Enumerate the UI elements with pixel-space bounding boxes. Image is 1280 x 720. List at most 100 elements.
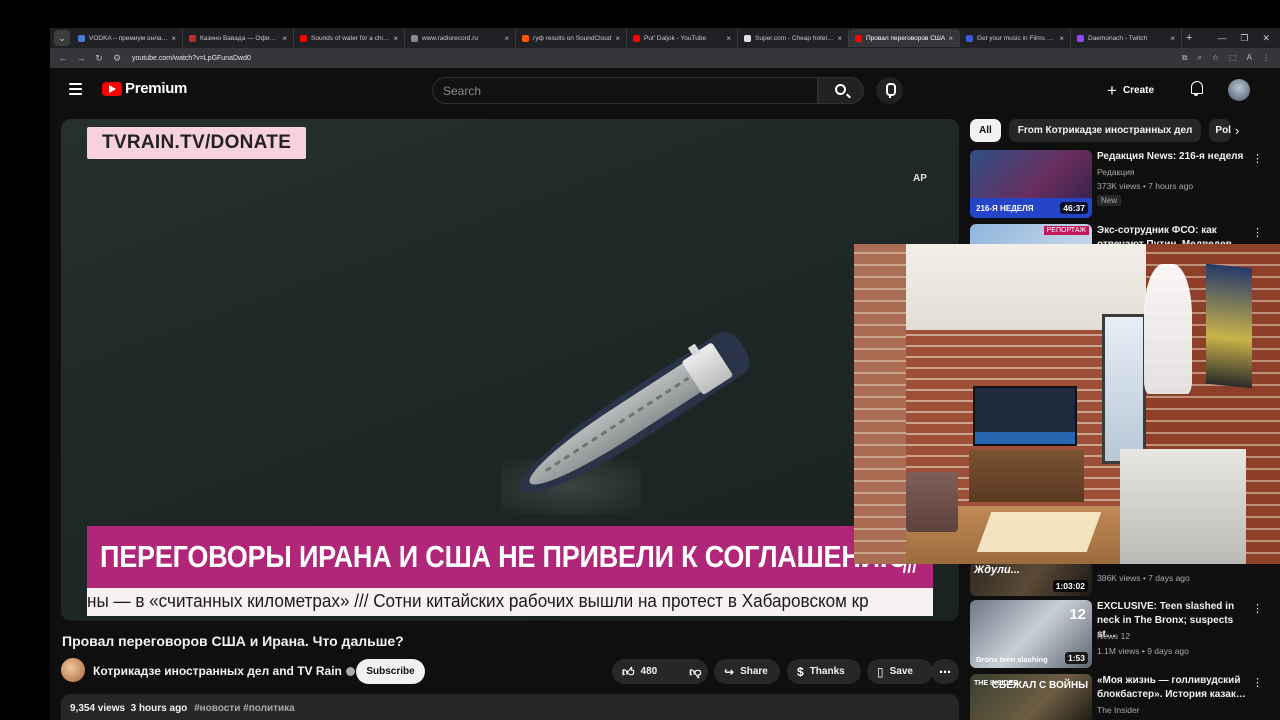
close-tab-icon[interactable]: × bbox=[615, 34, 620, 43]
chip-politics[interactable]: Pol bbox=[1209, 119, 1232, 142]
window-controls: — ❐ ✕ bbox=[1217, 33, 1280, 44]
browser-menu-icon[interactable]: ⋮ bbox=[1262, 53, 1270, 63]
browser-tab[interactable]: Sounds of water for a child to × bbox=[294, 29, 405, 47]
address-bar: ← → ↻ ⚙ youtube.com/watch?v=LpGFunaDwd0 … bbox=[50, 48, 1280, 68]
donate-banner: TVRAIN.TV/DONATE bbox=[87, 127, 307, 159]
description-box[interactable]: 9,354 views 3 hours ago #новости #полити… bbox=[61, 694, 959, 720]
tab-favicon-icon bbox=[411, 34, 418, 42]
video-thumbnail[interactable]: Ждули... 1:03:02 bbox=[970, 562, 1092, 596]
minimize-icon[interactable]: — bbox=[1217, 33, 1226, 44]
save-button[interactable]: ▯ Save bbox=[867, 659, 933, 684]
rec-menu-icon[interactable]: ⋮ bbox=[1252, 152, 1263, 165]
close-tab-icon[interactable]: × bbox=[282, 34, 287, 43]
browser-tab[interactable]: VODKA – премиум онлайн-к × bbox=[72, 29, 183, 47]
chip-from-channel[interactable]: From Котрикадзе иностранных дел bbox=[1008, 119, 1202, 142]
browser-tab[interactable]: Daemonach - Twitch × bbox=[1071, 29, 1182, 47]
url-field[interactable]: youtube.com/watch?v=LpGFunaDwd0 bbox=[132, 55, 251, 62]
notifications-bell-icon[interactable] bbox=[1189, 81, 1203, 96]
close-window-icon[interactable]: ✕ bbox=[1262, 33, 1270, 44]
close-tab-icon[interactable]: × bbox=[837, 34, 842, 43]
browser-tab[interactable]: Казино Вавада — Официаль × bbox=[183, 29, 294, 47]
extensions-icon[interactable]: ⬚ bbox=[1229, 53, 1237, 63]
channel-name[interactable]: Котрикадзе иностранных дел and TV Rain bbox=[93, 664, 355, 678]
room-desk bbox=[1120, 449, 1246, 564]
profile-icon[interactable]: A bbox=[1247, 53, 1252, 63]
chip-all[interactable]: All bbox=[970, 119, 1001, 142]
reload-icon[interactable]: ↻ bbox=[94, 53, 104, 64]
restore-icon[interactable]: ❐ bbox=[1240, 33, 1248, 44]
forward-icon[interactable]: → bbox=[76, 53, 86, 63]
filter-chips: All From Котрикадзе иностранных дел Pol bbox=[970, 119, 1232, 142]
bookmark-icon: ▯ bbox=[877, 664, 884, 679]
close-tab-icon[interactable]: × bbox=[504, 34, 509, 43]
chevron-right-icon[interactable]: › bbox=[1235, 123, 1239, 138]
thanks-button[interactable]: $ Thanks bbox=[787, 659, 861, 684]
bookmark-star-icon[interactable]: ☆ bbox=[1212, 53, 1219, 63]
new-tab-icon[interactable]: + bbox=[1186, 32, 1192, 44]
recommended-video[interactable]: THE INSIDER СБЕЖАЛ С ВОЙНЫ «Моя жизнь — … bbox=[970, 674, 1263, 720]
video-thumbnail[interactable]: THE INSIDER СБЕЖАЛ С ВОЙНЫ bbox=[970, 674, 1092, 720]
more-actions-button[interactable]: ⋯ bbox=[931, 659, 959, 684]
close-tab-icon[interactable]: × bbox=[948, 34, 953, 43]
rec-channel[interactable]: News 12 bbox=[1097, 631, 1130, 641]
browser-tab[interactable]: www.radiorecord.ru × bbox=[405, 29, 516, 47]
room-window bbox=[1102, 314, 1146, 464]
browser-tab[interactable]: Put' Daljok - YouTube × bbox=[627, 29, 738, 47]
search-input[interactable]: Search bbox=[432, 77, 818, 104]
youtube-premium-logo[interactable]: Premium bbox=[102, 80, 187, 97]
share-icon: ↪ bbox=[724, 664, 735, 679]
subscribe-button[interactable]: Subscribe bbox=[356, 659, 425, 684]
more-icon: ⋯ bbox=[939, 664, 951, 679]
tab-favicon-icon bbox=[633, 34, 640, 42]
back-icon[interactable]: ← bbox=[58, 53, 68, 63]
rec-channel[interactable]: The Insider bbox=[1097, 705, 1140, 715]
hashtags[interactable]: #новости #политика bbox=[194, 703, 295, 714]
guide-menu-icon[interactable] bbox=[69, 83, 82, 95]
room-couch bbox=[906, 472, 958, 532]
rec-menu-icon[interactable]: ⋮ bbox=[1252, 602, 1263, 615]
browser-tab-active[interactable]: Провал переговоров США × bbox=[849, 29, 960, 47]
rec-stats: 386K views • 7 days ago bbox=[1097, 573, 1190, 583]
search-button[interactable] bbox=[818, 77, 864, 104]
channel-avatar[interactable] bbox=[61, 658, 85, 682]
plus-icon: + bbox=[1107, 80, 1117, 100]
close-tab-icon[interactable]: × bbox=[171, 34, 176, 43]
rec-title[interactable]: «Моя жизнь — голливудский блокбастер». И… bbox=[1097, 674, 1247, 702]
recommended-video[interactable]: 216-Я НЕДЕЛЯ 46:37 Редакция News: 216-я … bbox=[970, 150, 1263, 222]
like-button[interactable]: 👍︎ 480 bbox=[612, 659, 667, 684]
open-in-app-icon[interactable]: ⧉ bbox=[1182, 53, 1188, 63]
browser-tab[interactable]: Super.com - Cheap hotel deal × bbox=[738, 29, 849, 47]
video-thumbnail[interactable]: 216-Я НЕДЕЛЯ 46:37 bbox=[970, 150, 1092, 218]
zoom-icon[interactable]: ⌕ bbox=[1197, 53, 1201, 63]
new-badge: New bbox=[1097, 195, 1122, 206]
tab-search-icon[interactable]: ⌄ bbox=[54, 30, 70, 46]
tab-favicon-icon bbox=[966, 34, 973, 42]
share-button[interactable]: ↪ Share bbox=[714, 659, 780, 684]
create-button[interactable]: + Create bbox=[1107, 78, 1154, 102]
close-tab-icon[interactable]: × bbox=[726, 34, 731, 43]
browser-tabstrip: ⌄ VODKA – премиум онлайн-к × Казино Вавад… bbox=[50, 28, 1280, 48]
super-thanks-icon: $ bbox=[797, 664, 804, 679]
rec-menu-icon[interactable]: ⋮ bbox=[1252, 676, 1263, 689]
browser-tab[interactable]: гуф results on SoundCloud × bbox=[516, 29, 627, 47]
rec-menu-icon[interactable]: ⋮ bbox=[1252, 226, 1263, 239]
close-tab-icon[interactable]: × bbox=[1059, 34, 1064, 43]
recommended-video[interactable]: 12 Bronx teen slashing 1:53 EXCLUSIVE: T… bbox=[970, 600, 1263, 672]
thumbs-down-icon: 👎︎ bbox=[689, 664, 702, 679]
account-avatar[interactable] bbox=[1228, 79, 1250, 101]
video-thumbnail[interactable]: 12 Bronx teen slashing 1:53 bbox=[970, 600, 1092, 668]
dislike-button[interactable]: 👎︎ bbox=[679, 659, 711, 684]
video-player[interactable]: TVRAIN.TV/DONATE AP ПЕРЕГОВОРЫ ИРАНА И С… bbox=[61, 119, 959, 621]
voice-search-icon[interactable] bbox=[876, 77, 903, 104]
rec-title[interactable]: Редакция News: 216-я неделя bbox=[1097, 150, 1247, 164]
search-icon bbox=[835, 84, 846, 95]
thumbs-up-icon: 👍︎ bbox=[622, 664, 635, 679]
site-info-icon[interactable]: ⚙ bbox=[112, 53, 122, 64]
rec-channel[interactable]: Редакция bbox=[1097, 167, 1134, 177]
close-tab-icon[interactable]: × bbox=[1170, 34, 1175, 43]
masthead: Premium Search + Create bbox=[50, 68, 1280, 112]
browser-tab[interactable]: Get your music in Films & TV × bbox=[960, 29, 1071, 47]
headline-lower-third: ПЕРЕГОВОРЫ ИРАНА И США НЕ ПРИВЕЛИ К СОГЛ… bbox=[87, 526, 933, 588]
tab-favicon-icon bbox=[744, 34, 751, 42]
close-tab-icon[interactable]: × bbox=[393, 34, 398, 43]
